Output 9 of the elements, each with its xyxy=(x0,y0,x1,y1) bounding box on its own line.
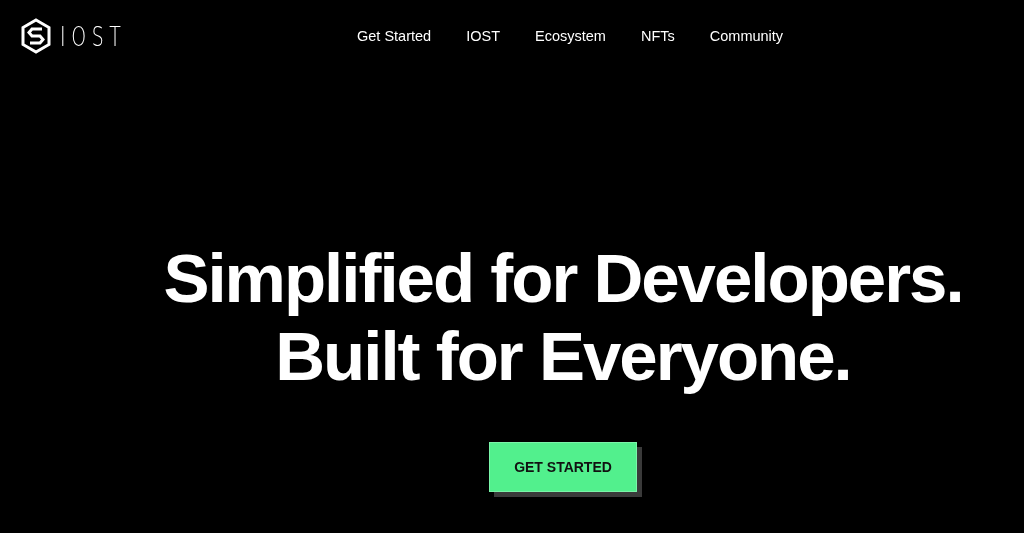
hero-heading: Built for Everyone. xyxy=(275,318,851,396)
nav-link[interactable]: Get Started xyxy=(357,28,432,44)
nav-link[interactable]: IOST xyxy=(466,28,500,44)
logo-wordmark: IOST xyxy=(60,20,127,52)
nav-link[interactable]: Community xyxy=(709,28,784,44)
nav-link[interactable]: NFTs xyxy=(640,28,675,44)
nav-link[interactable]: Ecosystem xyxy=(535,28,606,44)
hexagon-logo-icon xyxy=(20,18,52,54)
hero-heading: Simplified for Developers. xyxy=(163,240,963,318)
